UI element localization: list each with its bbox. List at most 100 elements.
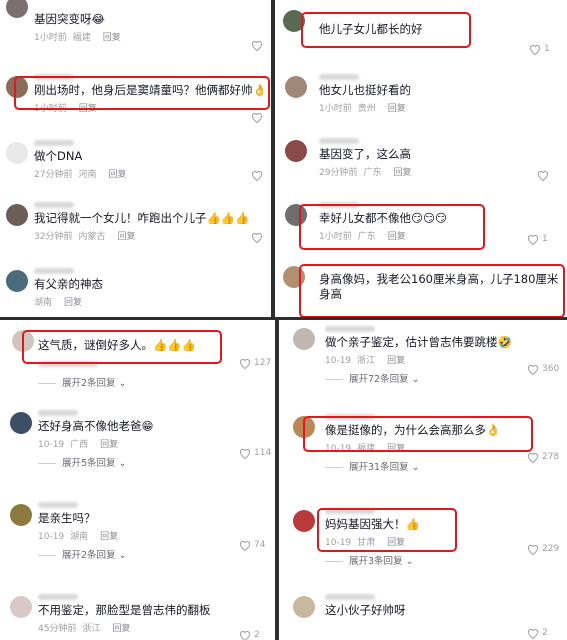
avatar[interactable] xyxy=(6,204,28,226)
expand-replies-button[interactable]: 展开2条回复 ⌄ xyxy=(38,547,269,561)
avatar[interactable] xyxy=(6,270,28,292)
like-button[interactable]: 1 xyxy=(529,44,550,55)
reply-button[interactable]: 回复 xyxy=(117,232,135,242)
username-blurred xyxy=(34,140,74,146)
expand-label: 展开2条回复 xyxy=(62,550,116,561)
comment-location: 河南 xyxy=(78,170,97,180)
highlight-box xyxy=(299,204,485,250)
expand-replies-button[interactable]: 展开72条回复 ⌄ xyxy=(325,371,561,385)
expand-replies-button[interactable]: 展开31条回复 ⌄ xyxy=(325,459,561,473)
expand-label: 展开5条回复 xyxy=(62,458,116,469)
avatar[interactable] xyxy=(10,504,32,526)
reply-button[interactable]: 回复 xyxy=(108,170,126,180)
comment-text: 做个亲子鉴定，估计曾志伟要跳楼🤣 xyxy=(325,335,512,349)
like-button[interactable] xyxy=(537,170,549,181)
reply-button[interactable]: 回复 xyxy=(393,168,411,178)
highlight-box xyxy=(299,264,565,317)
reply-button[interactable]: 回复 xyxy=(100,532,118,542)
like-button[interactable]: 127 xyxy=(239,358,271,369)
like-button[interactable]: 114 xyxy=(239,448,271,459)
username-blurred xyxy=(38,410,78,416)
reply-button[interactable]: 回复 xyxy=(112,624,130,634)
comment-location: 贵州 xyxy=(357,104,376,114)
heart-outline-icon xyxy=(252,171,262,181)
divider xyxy=(38,463,56,464)
like-count: 74 xyxy=(254,540,266,550)
comment-panel-top-left: 基因突变呀😂 1小时前 福建 回复 刚出场时，他身后是窦靖童吗？他俩都好帅👌 1小时… xyxy=(0,0,271,317)
avatar[interactable] xyxy=(293,510,315,532)
comment-text: 他女儿也挺好看的 xyxy=(319,83,411,97)
like-button[interactable]: 2 xyxy=(239,630,260,640)
avatar[interactable] xyxy=(10,596,32,618)
like-button[interactable]: 74 xyxy=(239,540,265,551)
comment-location: 广东 xyxy=(363,168,382,178)
comment-location: 湖南 xyxy=(70,532,89,542)
avatar[interactable] xyxy=(285,140,307,162)
comment-time: 29分钟前 xyxy=(319,168,358,178)
divider xyxy=(38,555,56,556)
avatar[interactable] xyxy=(285,76,307,98)
comment-time: 32分钟前 xyxy=(34,232,73,242)
reply-button[interactable]: 回复 xyxy=(388,104,406,114)
comment-text: 这小伙子好帅呀 xyxy=(325,603,406,617)
like-button[interactable]: 278 xyxy=(527,452,559,463)
like-button[interactable]: 2 xyxy=(527,628,548,639)
heart-outline-icon xyxy=(528,365,538,375)
heart-outline-icon xyxy=(252,233,262,243)
highlight-box xyxy=(14,76,270,110)
like-count: 278 xyxy=(542,452,560,462)
avatar[interactable] xyxy=(293,328,315,350)
like-button[interactable] xyxy=(251,112,263,123)
avatar[interactable] xyxy=(6,0,28,18)
highlight-box xyxy=(301,12,471,48)
heart-outline-icon xyxy=(240,449,250,459)
highlight-box xyxy=(22,330,222,364)
reply-button[interactable]: 回复 xyxy=(387,356,405,366)
heart-outline-icon xyxy=(252,41,262,51)
reply-button[interactable]: 回复 xyxy=(64,298,82,308)
expand-replies-button[interactable]: 展开2条回复 ⌄ xyxy=(38,375,269,389)
expand-replies-button[interactable]: 展开3条回复 ⌄ xyxy=(325,553,561,567)
highlight-box xyxy=(303,416,533,452)
like-button[interactable]: 360 xyxy=(527,364,559,375)
heart-outline-icon xyxy=(528,545,538,555)
comment-panel-bottom-left: 这气质，谜倒好多人。👍👍👍 展开2条回复 ⌄ 127 还好身高不像他老爸😁 10… xyxy=(0,320,275,640)
like-button[interactable] xyxy=(251,40,263,51)
like-count: 229 xyxy=(542,544,560,554)
avatar[interactable] xyxy=(293,596,315,618)
comment-time: 1小时前 xyxy=(319,104,352,114)
comment-text: 我记得就一个女儿！咋跑出个儿子👍👍👍 xyxy=(34,211,250,225)
like-count: 114 xyxy=(254,448,272,458)
avatar[interactable] xyxy=(10,412,32,434)
chevron-down-icon: ⌄ xyxy=(411,374,420,385)
heart-outline-icon xyxy=(528,453,538,463)
expand-replies-button[interactable]: 展开5条回复 ⌄ xyxy=(38,455,269,469)
comment-text: 还好身高不像他老爸😁 xyxy=(38,419,154,433)
like-button[interactable] xyxy=(251,232,263,243)
highlight-box xyxy=(317,508,457,552)
like-count: 2 xyxy=(542,628,548,638)
like-button[interactable] xyxy=(251,170,263,181)
comment-text: 不用鉴定，那脸型是曾志伟的翻板 xyxy=(38,603,211,617)
username-blurred xyxy=(34,268,74,274)
comment-time: 1小时前 xyxy=(34,33,67,43)
username-blurred xyxy=(325,326,375,332)
comment-panel-top-right: 他儿子女儿都长的好 1 他女儿也挺好看的 1小时前 贵州 回复 基因变了，这么高 2… xyxy=(275,0,567,317)
heart-outline-icon xyxy=(240,359,250,369)
reply-button[interactable]: 回复 xyxy=(103,33,121,43)
username-blurred xyxy=(319,138,359,144)
divider xyxy=(325,561,343,562)
comment-location: 湖南 xyxy=(34,298,53,308)
like-button[interactable]: 229 xyxy=(527,544,559,555)
comment-time: 10-19 xyxy=(325,356,352,366)
comment-text: 基因变了，这么高 xyxy=(319,147,411,161)
like-button[interactable]: 1 xyxy=(527,234,548,245)
comment-time: 45分钟前 xyxy=(38,624,77,634)
expand-label: 展开3条回复 xyxy=(349,556,403,567)
heart-outline-icon xyxy=(240,541,250,551)
expand-label: 展开72条回复 xyxy=(349,374,409,385)
heart-outline-icon xyxy=(240,631,250,640)
avatar[interactable] xyxy=(6,142,28,164)
reply-button[interactable]: 回复 xyxy=(100,440,118,450)
comment-text: 是亲生吗？ xyxy=(38,511,96,525)
